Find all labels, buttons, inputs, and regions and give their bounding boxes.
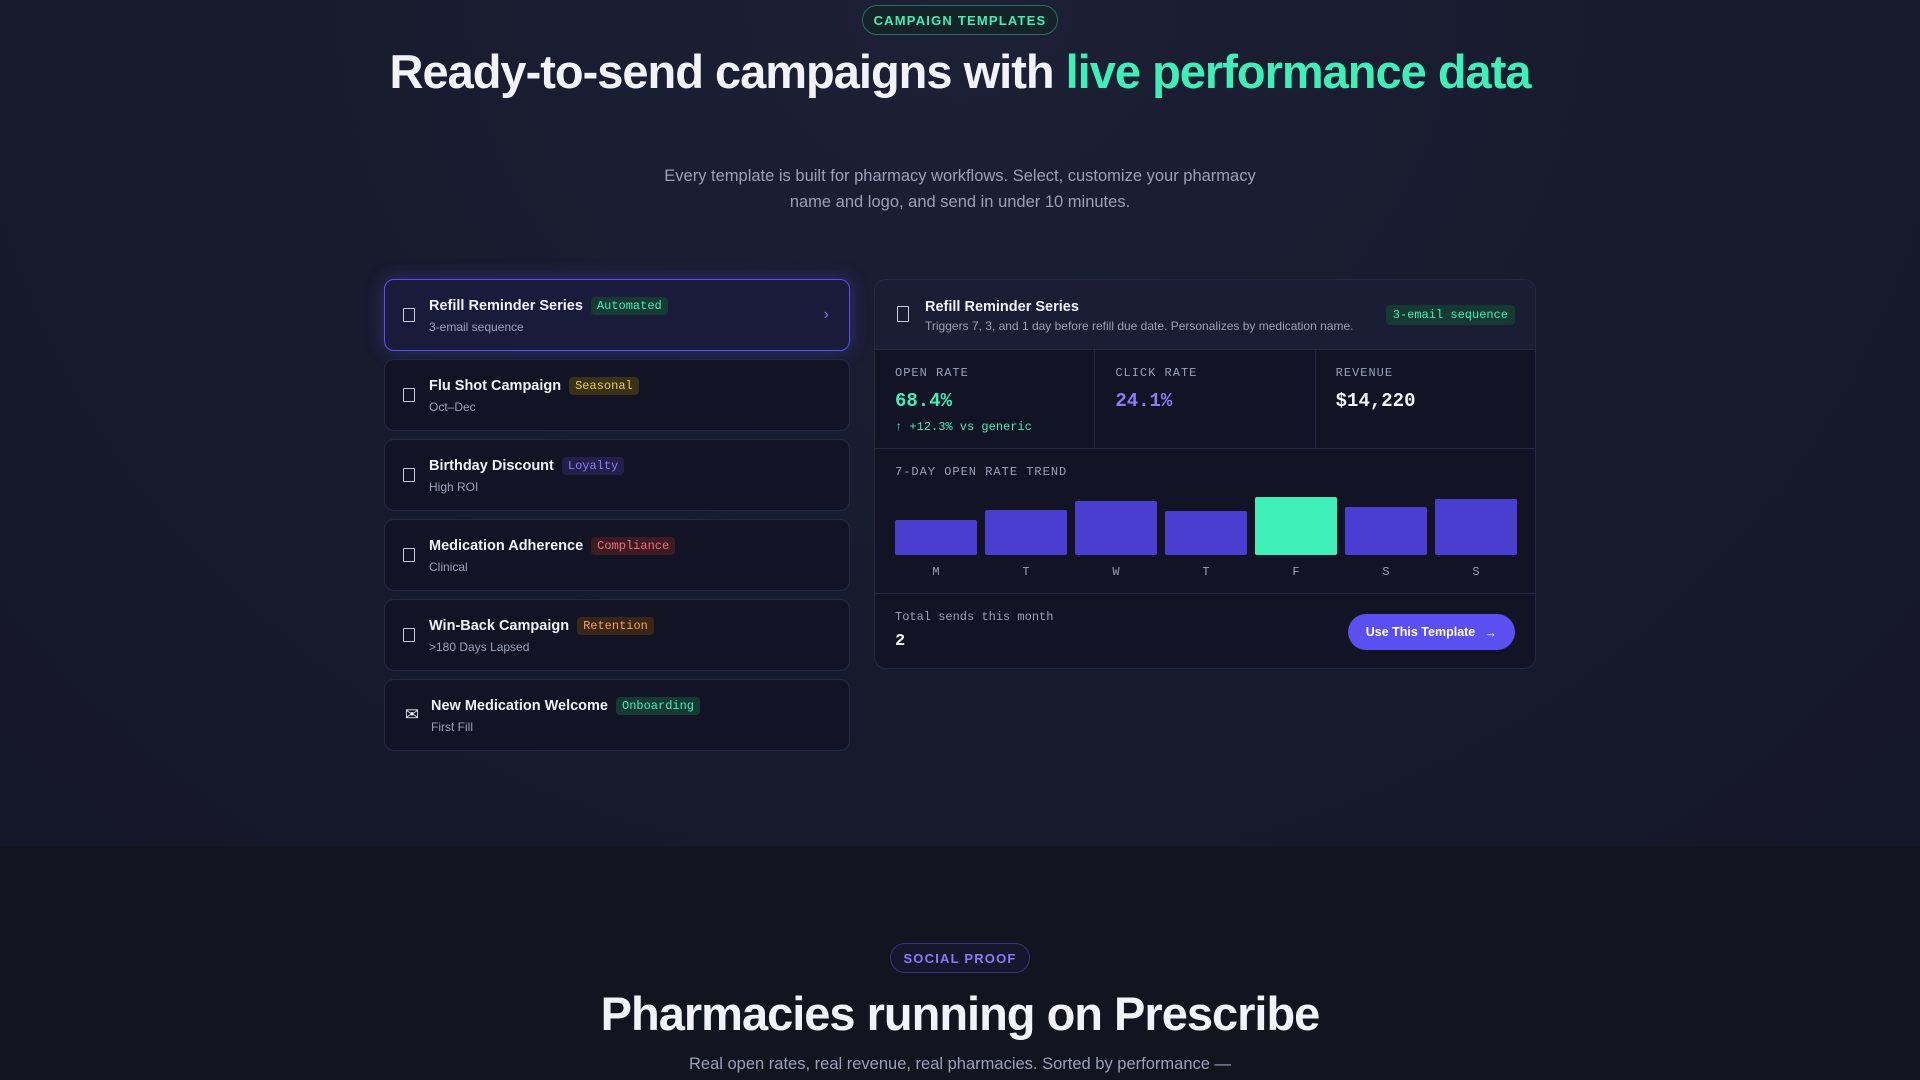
template-detail-panel: Refill Reminder Series Triggers 7, 3, an… — [874, 279, 1536, 669]
document-icon — [897, 306, 909, 322]
trend-bar — [1345, 507, 1427, 555]
template-title: Medication Adherence — [429, 537, 584, 554]
use-template-label: Use This Template — [1365, 625, 1476, 639]
template-subtitle: Clinical — [429, 559, 468, 574]
document-icon — [403, 628, 415, 642]
template-badge: Seasonal — [569, 376, 639, 395]
trend-bar — [1435, 499, 1517, 555]
template-item-win-back[interactable]: Win-Back Campaign Retention >180 Days La… — [384, 599, 850, 671]
stat-value: 24.1% — [1115, 390, 1173, 412]
trend-day-label: W — [1112, 565, 1120, 579]
mail-icon: ✉ — [404, 705, 420, 724]
use-template-button[interactable]: Use This Template → — [1348, 614, 1515, 650]
template-title: New Medication Welcome — [431, 697, 608, 714]
social-subtitle: Real open rates, real revenue, real phar… — [688, 1055, 1232, 1073]
template-subtitle: >180 Days Lapsed — [429, 639, 530, 654]
template-title: Win-Back Campaign — [429, 617, 570, 634]
template-badge: Compliance — [591, 536, 676, 555]
detail-footer: Total sends this month 2 Use This Templa… — [875, 594, 1535, 668]
template-item-flu-shot[interactable]: Flu Shot Campaign Seasonal Oct–Dec — [384, 359, 850, 431]
document-icon — [403, 468, 415, 482]
hero-subtitle: Every template is built for pharmacy wor… — [664, 167, 1256, 211]
trend-day-label: M — [932, 565, 940, 579]
template-subtitle: 3-email sequence — [429, 319, 524, 334]
detail-subtitle: Triggers 7, 3, and 1 day before refill d… — [925, 319, 1354, 333]
template-item-medication-adherence[interactable]: Medication Adherence Compliance Clinical — [384, 519, 850, 591]
trend-day-label: T — [1202, 565, 1210, 579]
document-icon — [403, 308, 415, 322]
hero-title-main: Ready-to-send campaigns with — [389, 45, 1066, 98]
template-subtitle: High ROI — [429, 479, 479, 494]
template-subtitle: First Fill — [431, 719, 473, 734]
template-item-refill-reminder[interactable]: Refill Reminder Series Automated 3-email… — [384, 279, 850, 351]
campaign-templates-pill: CAMPAIGN TEMPLATES — [862, 5, 1058, 35]
trend-day-label: F — [1292, 565, 1300, 579]
trend-day-label: S — [1382, 565, 1390, 579]
template-badge: Onboarding — [616, 696, 701, 715]
trend-label: 7-DAY OPEN RATE TREND — [895, 465, 1068, 479]
document-icon — [403, 388, 415, 402]
document-icon — [403, 548, 415, 562]
template-badge: Retention — [577, 616, 654, 635]
stat-value: $14,220 — [1335, 390, 1416, 412]
detail-title: Refill Reminder Series — [925, 299, 1079, 315]
trend-bar — [1165, 511, 1247, 555]
stat-label: REVENUE — [1335, 366, 1394, 380]
chevron-right-icon: › — [823, 306, 829, 323]
trend-bar — [1075, 501, 1157, 555]
social-proof-pill: SOCIAL PROOF — [890, 943, 1030, 973]
detail-stats: OPEN RATE 68.4% ↑ +12.3% vs generic CLIC… — [875, 350, 1535, 449]
template-title: Flu Shot Campaign — [429, 377, 562, 394]
trend-bar — [1255, 497, 1337, 555]
stat-open-rate: OPEN RATE 68.4% ↑ +12.3% vs generic — [875, 350, 1096, 448]
template-list: Refill Reminder Series Automated 3-email… — [384, 279, 850, 759]
hero-title-accent: live performance data — [1065, 45, 1532, 98]
trend-bar — [895, 520, 977, 555]
trend-bar — [985, 510, 1067, 555]
trend-day-labels: MTWTFSS — [895, 565, 1517, 579]
arrow-right-icon: → — [1484, 624, 1498, 640]
stat-value: 68.4% — [895, 390, 953, 412]
stat-click-rate: CLICK RATE 24.1% — [1095, 350, 1316, 448]
template-item-birthday-discount[interactable]: Birthday Discount Loyalty High ROI — [384, 439, 850, 511]
trend-day-label: T — [1022, 565, 1030, 579]
template-title: Refill Reminder Series — [429, 297, 583, 314]
stat-label: OPEN RATE — [895, 366, 969, 380]
template-subtitle: Oct–Dec — [429, 399, 476, 414]
template-badge: Loyalty — [561, 456, 625, 475]
detail-header: Refill Reminder Series Triggers 7, 3, an… — [875, 280, 1535, 350]
trend-day-label: S — [1472, 565, 1480, 579]
open-rate-trend: 7-DAY OPEN RATE TREND M T W T F S S — [875, 449, 1535, 594]
stat-delta: ↑ +12.3% vs generic — [895, 420, 1032, 434]
stat-label: CLICK RATE — [1115, 366, 1198, 380]
template-title: Birthday Discount — [429, 457, 554, 474]
template-item-new-medication-welcome[interactable]: ✉ New Medication Welcome Onboarding Firs… — [384, 679, 850, 751]
template-badge: Automated — [590, 296, 668, 315]
hero-title: Ready-to-send campaigns with live perfor… — [0, 48, 1920, 96]
social-title: Pharmacies running on Prescribe — [600, 987, 1321, 1040]
trend-bars — [895, 489, 1517, 555]
stat-revenue: REVENUE $14,220 — [1316, 350, 1535, 448]
detail-badge: 3-email sequence — [1385, 305, 1515, 325]
